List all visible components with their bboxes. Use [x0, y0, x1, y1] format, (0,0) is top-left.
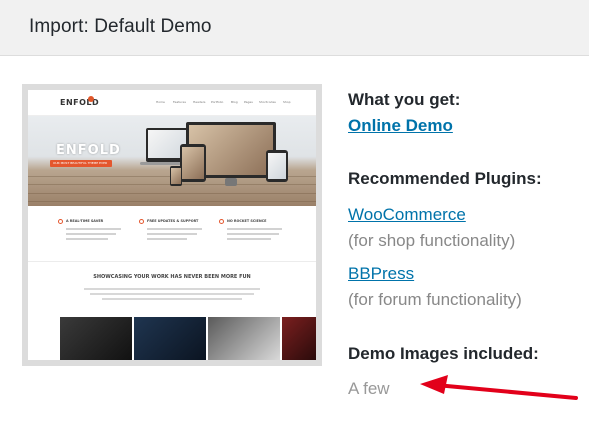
what-you-get-heading: What you get: — [348, 90, 461, 109]
plugin-link-woocommerce[interactable]: WooCommerce — [348, 205, 466, 225]
red-arrow-icon — [420, 375, 578, 400]
preview-menu-item: Pages — [244, 100, 253, 104]
preview-menu-item: Portfolio — [211, 100, 224, 104]
preview-hero-subtitle: OUR MOST BEAUTIFUL THEME EVER — [53, 161, 108, 165]
preview-logo-mark — [88, 96, 94, 102]
preview-menu-item: Headers — [193, 100, 206, 104]
plugin-note-woocommerce: (for shop functionality) — [348, 231, 516, 250]
preview-menu-item: Shop — [283, 100, 291, 104]
preview-hero: ENFOLD OUR MOST BEAUTIFUL THEME EVER — [28, 116, 316, 206]
preview-menu-item: Home — [156, 100, 165, 104]
preview-tile — [60, 317, 132, 360]
demo-images-heading: Demo Images included: — [348, 344, 539, 363]
demo-preview-image: ENFOLD Home Features Headers Portfolio B… — [28, 90, 316, 360]
preview-tablet — [180, 144, 206, 182]
online-demo-link[interactable]: Online Demo — [348, 116, 453, 136]
modal-title: Import: Default Demo — [29, 16, 212, 37]
preview-hero-title: ENFOLD — [56, 143, 121, 158]
preview-tile — [208, 317, 280, 360]
preview-feature-title: NO ROCKET SCIENCE — [227, 219, 267, 223]
preview-tile — [134, 317, 206, 360]
preview-tablet-2 — [266, 150, 288, 182]
preview-menu-item: Shortcodes — [259, 100, 276, 104]
preview-nav-bar: ENFOLD Home Features Headers Portfolio B… — [28, 90, 316, 116]
demo-images-value: A few — [348, 379, 390, 398]
preview-features: A REAL-TIME SAVER FREE UPDATES & SUPPORT… — [28, 206, 316, 262]
preview-showcase-title: SHOWCASING YOUR WORK HAS NEVER BEEN MORE… — [93, 274, 251, 280]
recommended-plugins-heading: Recommended Plugins: — [348, 169, 542, 188]
plugin-note-bbpress: (for forum functionality) — [348, 290, 522, 309]
preview-menu-item: Features — [173, 100, 186, 104]
preview-feature-title: A REAL-TIME SAVER — [66, 219, 104, 223]
modal-header: Import: Default Demo — [0, 0, 589, 56]
preview-showcase: SHOWCASING YOUR WORK HAS NEVER BEEN MORE… — [28, 262, 316, 360]
preview-phone — [170, 166, 182, 186]
plugin-link-bbpress[interactable]: BBPress — [348, 264, 414, 284]
preview-tile — [282, 317, 316, 360]
preview-feature-title: FREE UPDATES & SUPPORT — [147, 219, 199, 223]
preview-menu-item: Blog — [231, 100, 238, 104]
demo-preview-frame: ENFOLD Home Features Headers Portfolio B… — [22, 84, 322, 366]
